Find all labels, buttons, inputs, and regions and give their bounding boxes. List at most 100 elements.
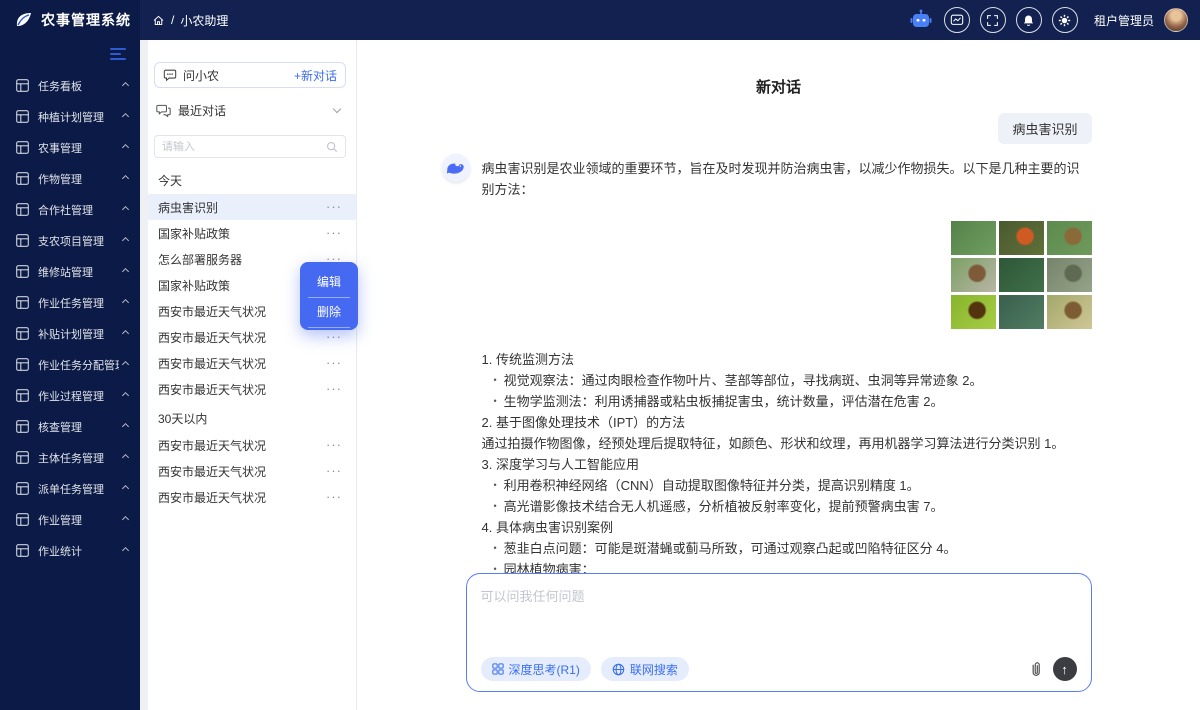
sidebar-item[interactable]: 作业统计 xyxy=(0,535,140,566)
menu-grid-icon xyxy=(16,265,29,278)
new-chat-button[interactable]: +新对话 xyxy=(294,67,337,84)
conversation-item-title: 西安市最近天气状况 xyxy=(158,463,326,480)
more-options-icon[interactable]: ··· xyxy=(326,202,342,212)
more-options-icon[interactable]: ··· xyxy=(326,332,342,342)
chevron-up-icon xyxy=(122,144,129,151)
sidebar-item-label: 种植计划管理 xyxy=(38,109,119,125)
conversation-item-title: 国家补贴政策 xyxy=(158,225,326,242)
conversations-icon xyxy=(156,104,171,117)
sidebar-item[interactable]: 作业任务管理 xyxy=(0,287,140,318)
conversation-item[interactable]: 西安市最近天气状况··· xyxy=(154,350,346,376)
conversation-item[interactable]: 西安市最近天气状况··· xyxy=(154,484,346,510)
user-avatar[interactable] xyxy=(1164,8,1188,32)
deep-think-toggle[interactable]: 深度思考(R1) xyxy=(481,657,591,681)
menu-grid-icon xyxy=(16,203,29,216)
conversation-title-heading: 新对话 xyxy=(466,76,1092,97)
chevron-up-icon xyxy=(122,82,129,89)
sidebar-item[interactable]: 作业任务分配管理 xyxy=(0,349,140,380)
sidebar-item-label: 农事管理 xyxy=(38,140,119,156)
sidebar-item[interactable]: 种植计划管理 xyxy=(0,101,140,132)
web-search-toggle[interactable]: 联网搜索 xyxy=(601,657,689,681)
collapse-menu-icon[interactable] xyxy=(110,48,126,60)
ai-answer-body: 1. 传统监测方法视觉观察法：通过肉眼检查作物叶片、茎部等部位，寻找病斑、虫洞等… xyxy=(482,349,1092,601)
conversation-item[interactable]: 西安市最近天气状况··· xyxy=(154,376,346,402)
ai-whale-avatar-icon xyxy=(442,154,470,182)
chevron-up-icon xyxy=(122,516,129,523)
conversation-item[interactable]: 病虫害识别··· xyxy=(148,194,356,220)
sidebar-item[interactable]: 补贴计划管理 xyxy=(0,318,140,349)
plant-leaf-image xyxy=(1047,258,1092,292)
menu-grid-icon xyxy=(16,420,29,433)
menu-grid-icon xyxy=(16,296,29,309)
search-icon[interactable] xyxy=(326,141,338,153)
sidebar-item[interactable]: 任务看板 xyxy=(0,70,140,101)
attachment-paperclip-icon[interactable] xyxy=(1029,661,1043,678)
sidebar-item-label: 支农项目管理 xyxy=(38,233,119,249)
more-options-icon[interactable]: ··· xyxy=(326,492,342,502)
breadcrumb-current: 小农助理 xyxy=(180,12,228,29)
delete-menu-item[interactable]: 删除 xyxy=(308,298,350,328)
ai-assistant-robot-icon[interactable] xyxy=(908,8,934,32)
sidebar-item-label: 补贴计划管理 xyxy=(38,326,119,342)
menu-grid-icon xyxy=(16,172,29,185)
conversation-item-title: 西安市最近天气状况 xyxy=(158,437,326,454)
plant-leaf-image xyxy=(999,295,1044,329)
notification-bell-icon[interactable] xyxy=(1016,7,1042,33)
answer-line: 利用卷积神经网络（CNN）自动提取图像特征并分类，提高识别精度 1。 xyxy=(482,475,1092,496)
menu-grid-icon xyxy=(16,79,29,92)
sidebar-item[interactable]: 核查管理 xyxy=(0,411,140,442)
more-options-icon[interactable]: ··· xyxy=(326,358,342,368)
sidebar-item[interactable]: 支农项目管理 xyxy=(0,225,140,256)
sidebar-item-label: 作物管理 xyxy=(38,171,119,187)
menu-grid-icon xyxy=(16,141,29,154)
sidebar-item[interactable]: 合作社管理 xyxy=(0,194,140,225)
conversation-item[interactable]: 西安市最近天气状况··· xyxy=(154,432,346,458)
answer-line: 1. 传统监测方法 xyxy=(482,349,1092,370)
chat-bubble-icon xyxy=(163,68,177,82)
sidebar-item-label: 主体任务管理 xyxy=(38,450,119,466)
settings-gear-icon[interactable] xyxy=(1052,7,1078,33)
menu-grid-icon xyxy=(16,544,29,557)
conversation-search-input[interactable] xyxy=(162,141,326,153)
plant-leaf-image xyxy=(951,258,996,292)
conversation-search-box xyxy=(154,135,346,158)
send-button[interactable]: ↑ xyxy=(1053,657,1077,681)
answer-line: 高光谱影像技术结合无人机遥感，分析植被反射率变化，提前预警病虫害 7。 xyxy=(482,496,1092,517)
ask-assistant-box[interactable]: 问小农 +新对话 xyxy=(154,62,346,88)
chevron-up-icon xyxy=(122,423,129,430)
sidebar-item[interactable]: 作物管理 xyxy=(0,163,140,194)
chevron-up-icon xyxy=(122,113,129,120)
sidebar-item[interactable]: 维修站管理 xyxy=(0,256,140,287)
recent-conversations-toggle[interactable]: 最近对话 xyxy=(156,102,344,119)
chevron-up-icon xyxy=(122,237,129,244)
fullscreen-icon[interactable] xyxy=(980,7,1006,33)
home-icon[interactable] xyxy=(152,14,165,27)
dashboard-chart-icon[interactable] xyxy=(944,7,970,33)
sidebar-item[interactable]: 作业过程管理 xyxy=(0,380,140,411)
sidebar-item[interactable]: 作业管理 xyxy=(0,504,140,535)
conversation-item[interactable]: 西安市最近天气状况··· xyxy=(154,458,346,484)
chevron-down-icon xyxy=(333,105,341,113)
conversation-group-label: 今天 xyxy=(154,168,346,194)
more-options-icon[interactable]: ··· xyxy=(326,228,342,238)
user-role-label: 租户管理员 xyxy=(1094,12,1154,29)
ai-message-content: 病虫害识别是农业领域的重要环节，旨在及时发现并防治病虫害，以减少作物损失。以下是… xyxy=(482,154,1092,601)
edit-menu-item[interactable]: 编辑 xyxy=(308,268,350,298)
conversation-group-label: 30天以内 xyxy=(154,406,346,432)
conversation-item[interactable]: 国家补贴政策··· xyxy=(154,220,346,246)
chat-history-panel: 问小农 +新对话 最近对话 今天病虫害识别···国家补贴政策···怎么部署服务器… xyxy=(148,40,357,710)
conversation-item-title: 西安市最近天气状况 xyxy=(158,489,326,506)
user-message-bubble: 病虫害识别 xyxy=(998,113,1091,144)
more-options-icon[interactable]: ··· xyxy=(326,440,342,450)
answer-line: 2. 基于图像处理技术（IPT）的方法 xyxy=(482,412,1092,433)
more-options-icon[interactable]: ··· xyxy=(326,466,342,476)
plant-leaf-image xyxy=(1047,295,1092,329)
sidebar-item[interactable]: 农事管理 xyxy=(0,132,140,163)
more-options-icon[interactable]: ··· xyxy=(326,384,342,394)
conversation-context-menu: 编辑 删除 xyxy=(300,262,358,330)
chevron-up-icon xyxy=(122,454,129,461)
sidebar-item[interactable]: 主体任务管理 xyxy=(0,442,140,473)
sidebar-item[interactable]: 派单任务管理 xyxy=(0,473,140,504)
app-window: 农事管理系统 / 小农助理 租户管理员 xyxy=(0,0,1200,710)
message-input[interactable] xyxy=(481,586,1077,657)
